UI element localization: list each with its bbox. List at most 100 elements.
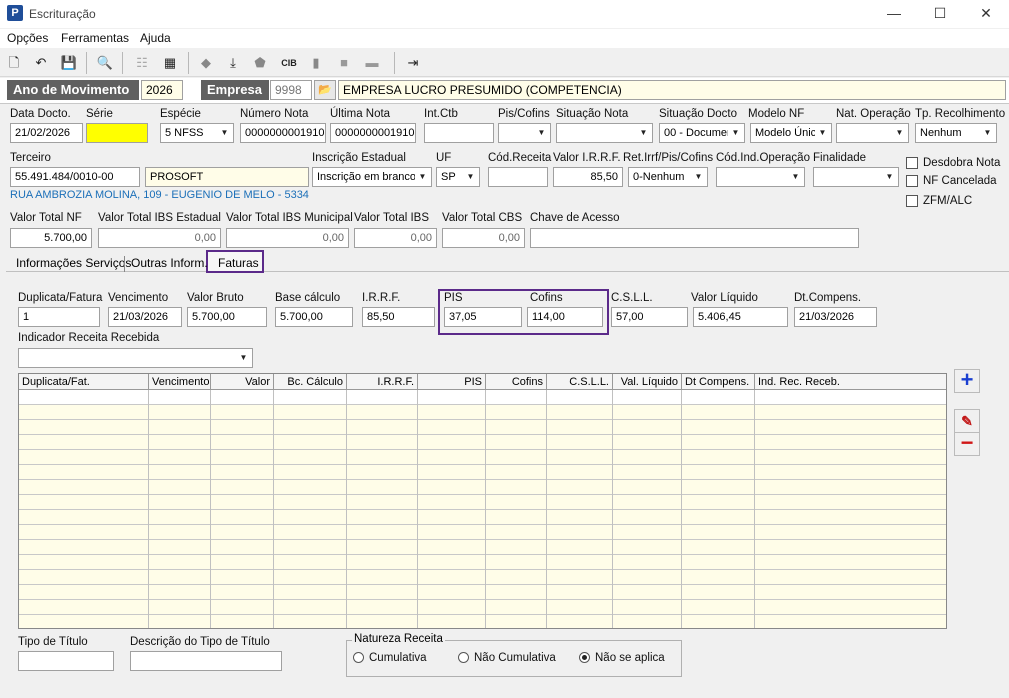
table-row[interactable] xyxy=(19,435,946,450)
table-row[interactable] xyxy=(19,510,946,525)
modelo-nf-select[interactable]: Modelo Únic ▼ xyxy=(750,123,832,143)
cod-ind-operacao-select[interactable]: ▼ xyxy=(716,167,805,187)
maximize-button[interactable]: ☐ xyxy=(917,0,963,28)
valor-bruto-field[interactable]: 5.700,00 xyxy=(187,307,267,327)
pencil-icon: ✎ xyxy=(961,413,973,429)
close-button[interactable]: ✕ xyxy=(963,0,1009,28)
valor-liquido-field[interactable]: 5.406,45 xyxy=(693,307,788,327)
menu-ferramentas[interactable]: Ferramentas xyxy=(61,31,129,45)
base-calculo-field[interactable]: 5.700,00 xyxy=(275,307,353,327)
serie-field[interactable] xyxy=(86,123,148,143)
menu-ajuda[interactable]: Ajuda xyxy=(140,31,171,45)
valor-total-ibs-municipal-field[interactable]: 0,00 xyxy=(226,228,349,248)
valor-total-ibs-field[interactable]: 0,00 xyxy=(354,228,437,248)
vencimento-field[interactable]: 21/03/2026 xyxy=(108,307,182,327)
table-row[interactable] xyxy=(19,540,946,555)
table-row[interactable] xyxy=(19,390,946,405)
cib-icon[interactable]: CIB xyxy=(280,54,298,72)
table-row[interactable] xyxy=(19,570,946,585)
duplicata-field[interactable]: 1 xyxy=(18,307,100,327)
puzzle-icon[interactable]: ◆ xyxy=(197,54,215,72)
calculator-icon[interactable]: ▦ xyxy=(161,54,179,72)
csll-field[interactable]: 57,00 xyxy=(611,307,688,327)
radio-nao-se-aplica[interactable] xyxy=(579,652,590,663)
grid-col-vencimento[interactable]: Vencimento xyxy=(149,374,211,390)
table-row[interactable] xyxy=(19,450,946,465)
dash-icon[interactable]: ▬ xyxy=(363,54,381,72)
tp-recolhimento-select[interactable]: Nenhum ▼ xyxy=(915,123,997,143)
download-icon[interactable]: ⤓ xyxy=(224,54,242,72)
table-row[interactable] xyxy=(19,405,946,420)
table-row[interactable] xyxy=(19,600,946,615)
nat-operacao-select[interactable]: ▼ xyxy=(836,123,909,143)
minimize-button[interactable]: — xyxy=(871,0,917,28)
ultima-nota-field[interactable]: 0000000001910 xyxy=(330,123,416,143)
tab-informacoes-servicos[interactable]: Informações Serviços xyxy=(16,254,131,272)
grid-col-csll[interactable]: C.S.L.L. xyxy=(547,374,613,390)
new-document-icon[interactable]: 🗋 xyxy=(5,54,23,72)
tab-faturas[interactable]: Faturas xyxy=(218,254,259,272)
table-row[interactable] xyxy=(19,420,946,435)
table-row[interactable] xyxy=(19,525,946,540)
table-row[interactable] xyxy=(19,495,946,510)
zfm-alc-checkbox[interactable] xyxy=(906,195,918,207)
finalidade-select[interactable]: ▼ xyxy=(813,167,899,187)
inscricao-estadual-select[interactable]: Inscrição em branco ▼ xyxy=(312,167,432,187)
valor-irrf-field[interactable]: 85,50 xyxy=(553,167,623,187)
grid-col-bc-calculo[interactable]: Bc. Cálculo xyxy=(274,374,347,390)
grid-col-duplicata[interactable]: Duplicata/Fat. xyxy=(19,374,149,390)
dt-compens-field[interactable]: 21/03/2026 xyxy=(794,307,877,327)
valor-total-ibs-estadual-field[interactable]: 0,00 xyxy=(98,228,221,248)
table-row[interactable] xyxy=(19,555,946,570)
tree-icon[interactable]: ☷ xyxy=(133,54,151,72)
tab-outras-inform[interactable]: Outras Inform. xyxy=(131,254,208,272)
especie-select[interactable]: 5 NFSS ▼ xyxy=(160,123,234,143)
grid-col-pis[interactable]: PIS xyxy=(418,374,486,390)
grid-col-cofins[interactable]: Cofins xyxy=(486,374,547,390)
preview-icon[interactable]: 🔍 xyxy=(96,54,114,72)
radio-nao-cumulativa[interactable] xyxy=(458,652,469,663)
indicador-select[interactable]: ▼ xyxy=(18,348,253,368)
grid-col-irrf[interactable]: I.R.R.F. xyxy=(347,374,418,390)
chave-acesso-field[interactable] xyxy=(530,228,859,248)
numero-nota-field[interactable]: 0000000001910 xyxy=(240,123,326,143)
empresa-code-field[interactable]: 9998 xyxy=(270,80,312,100)
tipo-titulo-field[interactable] xyxy=(18,651,114,671)
exit-icon[interactable]: ⇥ xyxy=(404,54,422,72)
uf-select[interactable]: SP ▼ xyxy=(436,167,480,187)
radio-cumulativa[interactable] xyxy=(353,652,364,663)
menu-opcoes[interactable]: Opções xyxy=(7,31,48,45)
grid-col-dt-compens[interactable]: Dt Compens. xyxy=(682,374,755,390)
valor-total-ibs-municipal-label: Valor Total IBS Municipal xyxy=(226,212,353,224)
int-ctb-field[interactable] xyxy=(424,123,494,143)
nf-cancelada-checkbox[interactable] xyxy=(906,175,918,187)
delete-row-button[interactable]: − xyxy=(954,432,980,456)
table-row[interactable] xyxy=(19,480,946,495)
panel-icon[interactable]: ▮ xyxy=(307,54,325,72)
situacao-docto-select[interactable]: 00 - Documer ▼ xyxy=(659,123,745,143)
desdobra-nota-checkbox[interactable] xyxy=(906,157,918,169)
grid-col-val-liquido[interactable]: Val. Líquido xyxy=(613,374,682,390)
situacao-nota-select[interactable]: ▼ xyxy=(556,123,653,143)
table-row[interactable] xyxy=(19,585,946,600)
open-folder-icon[interactable]: 📂 xyxy=(314,80,336,100)
undo-icon[interactable]: ↶ xyxy=(32,54,50,72)
ret-irrf-select[interactable]: 0-Nenhum ▼ xyxy=(628,167,708,187)
data-docto-field[interactable]: 21/02/2026 xyxy=(10,123,83,143)
ano-field[interactable]: 2026 xyxy=(141,80,183,100)
terceiro-cnpj-field[interactable]: 55.491.484/0010-00 xyxy=(10,167,140,187)
save-icon[interactable]: 💾 xyxy=(60,54,78,72)
grid-col-valor[interactable]: Valor xyxy=(211,374,274,390)
cod-receita-field[interactable] xyxy=(488,167,548,187)
add-row-button[interactable]: + xyxy=(954,369,980,393)
gear-group-icon[interactable]: ⬟ xyxy=(251,54,269,72)
grid-col-ind-rec[interactable]: Ind. Rec. Receb. xyxy=(755,374,946,390)
faturas-grid[interactable]: Duplicata/Fat. Vencimento Valor Bc. Cálc… xyxy=(18,373,947,629)
descricao-tipo-field[interactable] xyxy=(130,651,282,671)
valor-total-nf-field[interactable]: 5.700,00 xyxy=(10,228,92,248)
pis-cofins-select[interactable]: ▼ xyxy=(498,123,551,143)
irrf-field[interactable]: 85,50 xyxy=(362,307,435,327)
valor-total-cbs-field[interactable]: 0,00 xyxy=(442,228,525,248)
block-icon[interactable]: ■ xyxy=(335,54,353,72)
table-row[interactable] xyxy=(19,465,946,480)
